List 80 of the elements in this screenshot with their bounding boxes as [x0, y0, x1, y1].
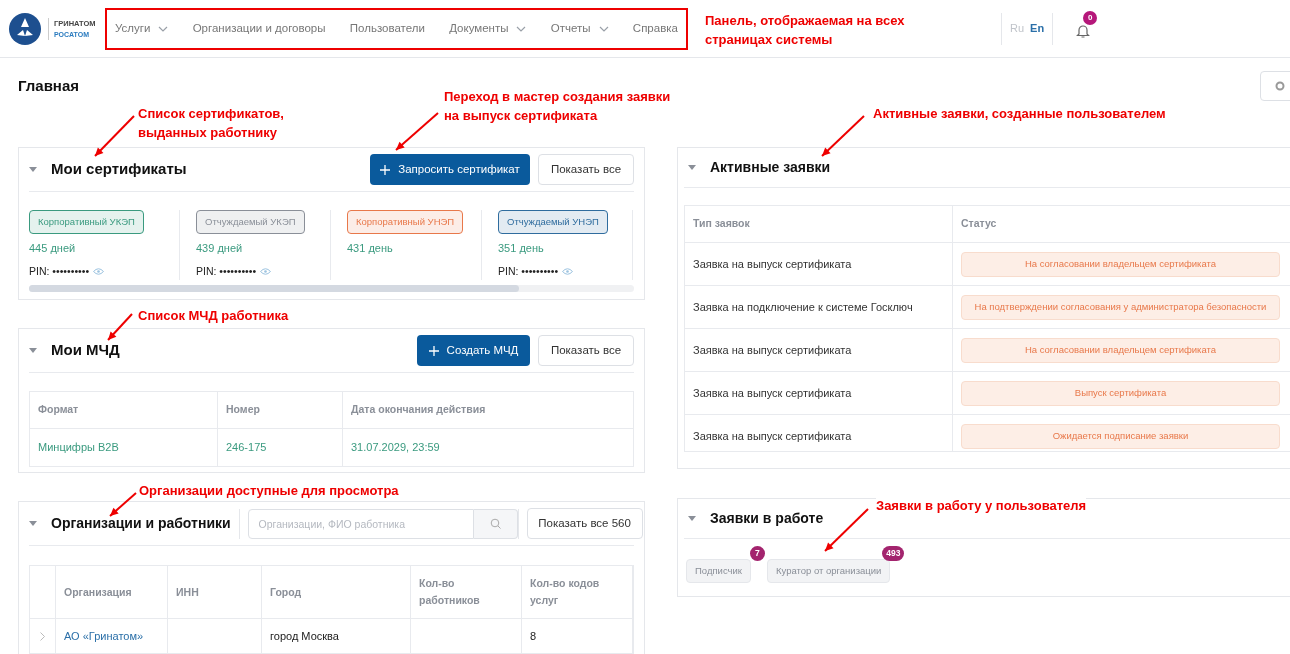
collapse-caret-icon[interactable] [29, 167, 37, 172]
page-title: Главная [18, 75, 79, 96]
status-badge: На согласовании владельцем сертификата [961, 337, 1280, 363]
table-cell: город Москва [262, 619, 411, 653]
column-header: Кол-во кодов услуг [522, 566, 633, 618]
card-title: Мои МЧД [51, 340, 120, 361]
horizontal-scrollbar[interactable] [29, 285, 634, 292]
certificate-type-tag: Корпоративный УКЭП [29, 210, 144, 234]
nav-link[interactable]: Услуги [115, 19, 169, 38]
table-cell: Заявка на выпуск сертификата [685, 243, 953, 285]
status-badge: На согласовании владельцем сертификата [961, 251, 1280, 277]
eye-icon[interactable] [93, 267, 105, 275]
organization-link[interactable]: АО «Гринатом» [56, 619, 168, 653]
search-icon [489, 518, 501, 529]
language-option[interactable]: En [1030, 20, 1045, 37]
days-left: 351 день [498, 241, 545, 256]
plus-icon [428, 345, 439, 356]
bell-icon[interactable] [1075, 22, 1092, 39]
annotation-text: Заявки в работу у пользователя [876, 496, 1087, 515]
nav-link[interactable]: Документы [449, 19, 527, 38]
certificate-type-tag: Отчуждаемый УНЭП [498, 210, 608, 234]
search-field[interactable]: Организации, ФИО работника [247, 508, 474, 539]
column-header: Город [262, 566, 411, 618]
settings-button[interactable] [1260, 71, 1290, 101]
certificate-type-tag: Корпоративный УНЭП [347, 210, 464, 234]
pin-text: PIN: •••••••••• [196, 263, 257, 279]
role-chip[interactable]: Куратор от организации [766, 559, 891, 584]
nav-link[interactable]: Справка [632, 19, 678, 38]
table-cell: Минцифры В2В [30, 429, 218, 466]
eye-icon[interactable] [562, 267, 574, 275]
table-cell: Заявка на выпуск сертификата [685, 329, 953, 371]
column-header: Тип заявок [685, 206, 953, 242]
card-title: Организации и работники [51, 514, 231, 533]
column-header: Дата окончания действия [350, 402, 487, 418]
status-badge: На подтверждении согласования у администратора безопасности [961, 294, 1280, 320]
role-chip[interactable]: Подписчик [686, 559, 751, 584]
collapse-caret-icon[interactable] [688, 516, 696, 521]
status-badge: Ожидается подписание заявки [961, 423, 1280, 449]
table-cell-text: 31.07.2029, 23:59 [350, 440, 441, 456]
show-all-button[interactable]: Показать все 560 [526, 508, 643, 539]
status-badge: Выпуск сертификата [961, 380, 1280, 406]
collapse-caret-icon[interactable] [29, 521, 37, 526]
table-cell: 246-175 [218, 429, 343, 466]
card-title: Мои сертификаты [51, 159, 187, 180]
card-title: Активные заявки [710, 158, 831, 177]
notification-badge: 0 [1083, 10, 1098, 25]
days-left: 445 дней [29, 241, 77, 256]
show-all-button[interactable]: Показать все [538, 335, 634, 366]
pin-text: PIN: •••••••••• [29, 263, 90, 279]
column-header: Кол-во работников [411, 566, 522, 618]
nav-link[interactable]: Отчеты [550, 19, 609, 38]
logo-icon [8, 11, 42, 46]
search-button[interactable] [473, 508, 518, 539]
table-cell: Заявка на выпуск сертификата [685, 372, 953, 414]
plus-icon [380, 164, 391, 175]
collapse-caret-icon[interactable] [29, 348, 37, 353]
create-mchd-button[interactable]: Создать МЧД [417, 335, 530, 366]
count-badge: 7 [749, 546, 765, 561]
column-header: ИНН [168, 566, 262, 618]
request-certificate-button[interactable]: Запросить сертификат [370, 154, 530, 185]
nav-link[interactable]: Организации и договоры [192, 19, 326, 38]
count-badge: 493 [882, 546, 905, 561]
certificate-type-tag: Отчуждаемый УКЭП [196, 210, 305, 234]
column-header: Организация [56, 566, 168, 618]
settings-icon [1275, 81, 1285, 91]
card-title: Заявки в работе [710, 509, 824, 528]
column-header: Статус [953, 206, 1290, 242]
eye-icon[interactable] [260, 267, 272, 275]
expand-chevron-icon[interactable] [40, 631, 45, 641]
collapse-caret-icon[interactable] [688, 165, 696, 170]
column-header: Номер [218, 392, 343, 428]
show-all-button[interactable]: Показать все [538, 154, 634, 185]
days-left: 439 дней [196, 241, 244, 256]
table-cell: Заявка на выпуск сертификата [685, 415, 953, 451]
pin-text: PIN: •••••••••• [498, 263, 559, 279]
table-cell: Заявка на подключение к системе Госключ [685, 286, 953, 328]
days-left: 431 день [347, 241, 394, 256]
column-header: Формат [30, 392, 218, 428]
nav-link[interactable]: Пользователи [349, 19, 425, 38]
table-cell: 8 [522, 619, 633, 653]
